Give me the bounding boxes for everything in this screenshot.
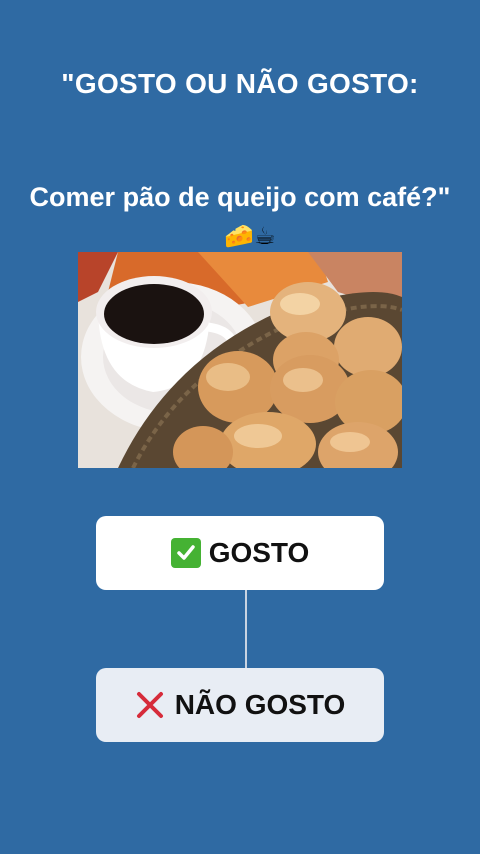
question-text: Comer pão de queijo com café?": [29, 182, 451, 212]
page-title: "GOSTO OU NÃO GOSTO:: [61, 68, 419, 99]
cross-mark-icon: [135, 690, 165, 720]
dislike-button[interactable]: NÃO GOSTO: [96, 668, 384, 742]
dislike-button-label: NÃO GOSTO: [174, 689, 346, 720]
connector-line: [245, 590, 247, 668]
check-mark-icon: [170, 538, 201, 568]
like-button[interactable]: GOSTO: [96, 516, 384, 590]
emoji-row: 🧀☕: [224, 222, 276, 250]
coffee-and-cheese-bread-photo: [78, 252, 402, 468]
like-button-label: GOSTO: [208, 537, 310, 568]
